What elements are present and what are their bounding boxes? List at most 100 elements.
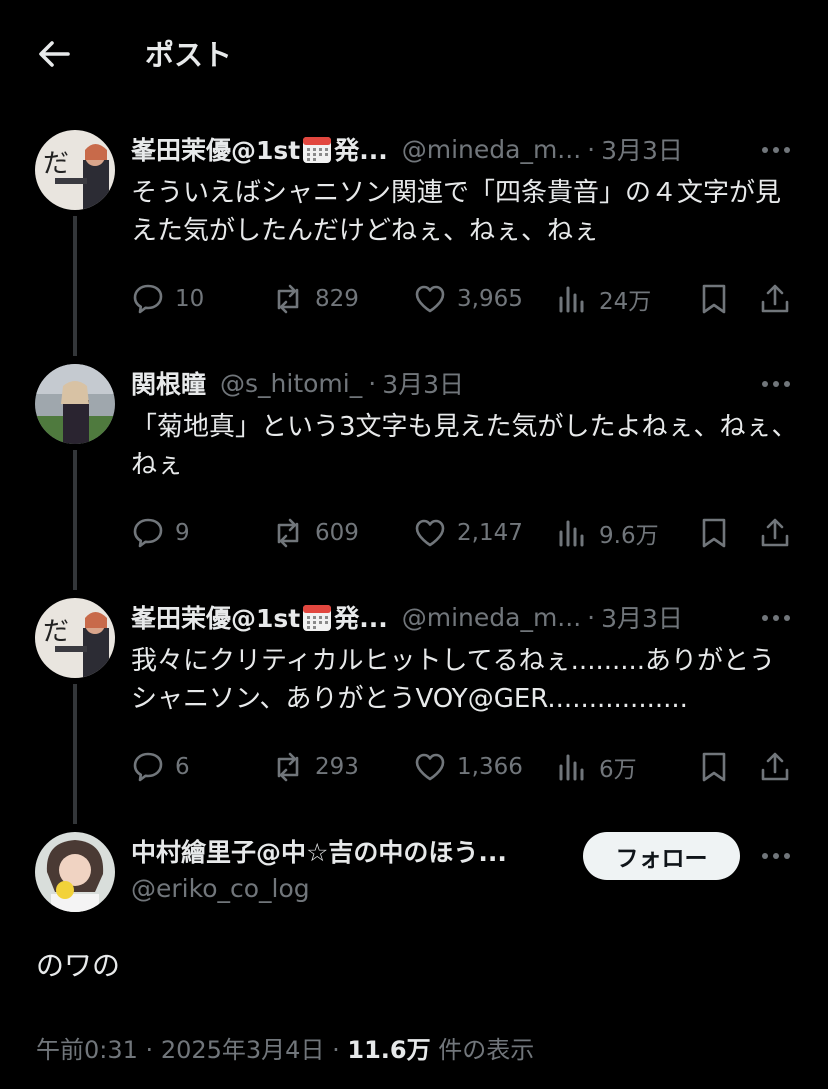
tweet-text: 我々にクリティカルヒットしてるねぇ.........ありがとうシャニソン、ありが… [131,646,776,714]
share-icon [761,284,789,313]
handle[interactable]: @s_hitomi_ [220,369,362,398]
back-arrow-icon[interactable] [34,34,74,74]
page-title: ポスト [145,38,233,72]
reply-icon [133,284,163,314]
thread-line [73,450,77,590]
like-icon [415,285,445,313]
separator-dot: · [332,1036,340,1064]
like-button[interactable]: 1,366 [413,747,523,787]
post-time[interactable]: 3月3日 [601,599,683,635]
display-name-suffix[interactable]: 発... [334,131,388,167]
bookmark-button[interactable] [697,513,731,553]
main-tweet-header: 中村繪里子@中☆吉の中のほう... [131,832,573,870]
tweet-header: 峯田茉優@1st 発... @mineda_m... · 3月3日 [131,598,738,636]
separator-dot: · [368,368,377,398]
reply-button[interactable]: 6 [131,747,190,787]
repost-count: 609 [315,520,359,546]
reply-count: 9 [175,520,190,546]
thread-line [73,684,77,824]
share-icon [761,518,789,547]
calendar-emoji-icon [303,137,332,163]
views-count: 24万 [599,289,652,315]
separator-dot: · [587,602,596,632]
share-icon [761,752,789,781]
views-icon [559,286,584,313]
like-count: 3,965 [457,286,523,312]
views-button[interactable]: 24万 [555,279,651,319]
reply-count: 6 [175,754,190,780]
more-icon[interactable] [760,602,792,634]
like-icon [415,753,445,781]
share-button[interactable] [758,513,792,553]
post-time[interactable]: 3月3日 [601,131,683,167]
like-icon [415,519,445,547]
repost-button[interactable]: 293 [271,747,359,787]
top-bar: ポスト [0,0,828,106]
views-count: 9.6万 [599,523,659,549]
display-name[interactable]: 峯田茉優@1st [131,599,300,635]
avatar[interactable]: だ [35,598,115,678]
share-button[interactable] [758,279,792,319]
avatar[interactable]: だ [35,130,115,210]
like-count: 2,147 [457,520,523,546]
handle[interactable]: @eriko_co_log [131,874,310,903]
display-name-suffix[interactable]: 発... [334,599,388,635]
handle[interactable]: @mineda_m... [402,135,581,164]
display-name[interactable]: 中村繪里子@中☆吉の中のほう... [131,833,507,869]
like-button[interactable]: 2,147 [413,513,523,553]
bookmark-button[interactable] [697,747,731,787]
more-icon[interactable] [760,368,792,400]
post-time[interactable]: 3月3日 [382,365,464,401]
repost-icon [277,284,299,314]
repost-button[interactable]: 609 [271,513,359,553]
views-icon [559,754,584,781]
action-bar: 10 829 3,965 24万 [131,279,797,319]
main-tweet-text: のワの [36,949,121,982]
avatar-glyph: だ [43,617,69,647]
tweet-text: そういえばシャニソン関連で「四条貴音」の４文字が見えた気がしたんだけどねぇ、ねぇ… [131,178,782,246]
action-bar: 6 293 1,366 6万 [131,747,797,787]
views-icon [559,520,584,547]
avatar-glyph: だ [43,149,69,179]
like-button[interactable]: 3,965 [413,279,523,319]
display-name[interactable]: 関根瞳 [131,365,206,401]
bookmark-button[interactable] [697,279,731,319]
reply-icon [133,518,163,548]
tweet-header: 関根瞳 @s_hitomi_ · 3月3日 [131,364,738,402]
bookmark-icon [702,518,726,548]
action-bar: 9 609 2,147 9.6万 [131,513,797,553]
post-time[interactable]: 午前0:31 [36,1036,138,1064]
follow-button[interactable]: フォロー [583,832,740,880]
calendar-emoji-icon [303,605,332,631]
repost-icon [277,752,299,782]
thread-line [73,216,77,356]
bookmark-icon [702,284,726,314]
like-count: 1,366 [457,754,523,780]
views-count: 6万 [599,757,637,783]
repost-count: 293 [315,754,359,780]
avatar[interactable] [35,364,115,444]
views-button[interactable]: 6万 [555,747,637,787]
reply-count: 10 [175,286,205,312]
more-icon[interactable] [760,134,792,166]
reply-button[interactable]: 9 [131,513,190,553]
post-meta: 午前0:31 · 2025年3月4日 · 11.6万 件の表示 [36,1030,534,1065]
share-button[interactable] [758,747,792,787]
views-button[interactable]: 9.6万 [555,513,659,553]
tweet-header: 峯田茉優@1st 発... @mineda_m... · 3月3日 [131,130,738,168]
separator-dot: · [587,134,596,164]
repost-button[interactable]: 829 [271,279,359,319]
repost-count: 829 [315,286,359,312]
reply-icon [133,752,163,782]
views-label: 件の表示 [438,1036,535,1064]
post-date[interactable]: 2025年3月4日 [161,1036,325,1064]
avatar[interactable] [35,832,115,912]
separator-dot: · [145,1036,154,1064]
display-name[interactable]: 峯田茉優@1st [131,131,300,167]
handle[interactable]: @mineda_m... [402,603,581,632]
reply-button[interactable]: 10 [131,279,204,319]
more-icon[interactable] [760,840,792,872]
views-count: 11.6万 [347,1036,431,1064]
repost-icon [277,518,299,548]
tweet-text: 「菊地真」という3文字も見えた気がしたよねぇ、ねぇ、ねぇ [131,412,798,480]
